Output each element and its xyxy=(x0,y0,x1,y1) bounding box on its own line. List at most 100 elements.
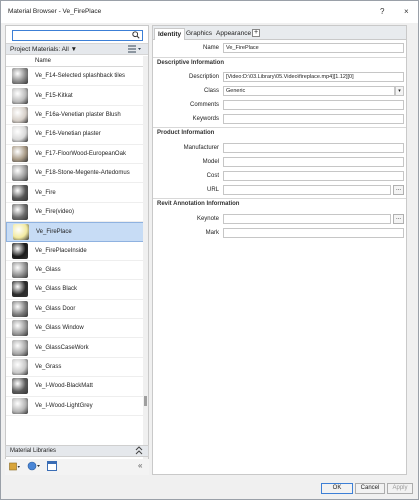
material-thumbnail xyxy=(12,165,28,182)
editor-window-icon[interactable] xyxy=(47,461,57,473)
tab-identity[interactable]: Identity xyxy=(154,28,186,40)
material-editor-panel: Identity Graphics Appearance + Name Ve_F… xyxy=(152,25,407,475)
material-thumbnail xyxy=(12,339,28,356)
add-asset-button[interactable]: + xyxy=(252,29,260,37)
list-item-label: Ve_Glass xyxy=(35,267,61,274)
list-item-label: Ve_I-Wood-BlackMatt xyxy=(35,383,93,390)
material-thumbnail xyxy=(12,242,28,259)
search-icon[interactable] xyxy=(132,31,140,41)
keywords-label: Keywords xyxy=(192,116,219,122)
name-field[interactable]: Ve_FirePlace xyxy=(223,43,404,53)
list-item[interactable]: Ve_Glass xyxy=(6,261,144,281)
material-thumbnail xyxy=(12,359,28,376)
list-item[interactable]: Ve_F14-Selected splashback tiles xyxy=(6,67,144,87)
divider xyxy=(153,198,406,199)
divider xyxy=(153,57,406,58)
url-browse-button[interactable]: ... xyxy=(393,185,404,195)
name-label: Name xyxy=(202,45,219,51)
project-materials-bar: Project Materials: All ▼ xyxy=(6,43,148,55)
material-thumbnail xyxy=(13,223,29,240)
cancel-button[interactable]: Cancel xyxy=(355,483,385,494)
keynote-field[interactable] xyxy=(223,214,391,224)
url-label: URL xyxy=(206,187,219,193)
list-item-label: Ve_FirePlaceInside xyxy=(35,247,87,254)
chevron-down-icon[interactable]: ▾ xyxy=(395,86,404,96)
list-item-label: Ve_F15-Kitkat xyxy=(35,92,73,99)
title-bar: Material Browser - Ve_FirePlace ? × xyxy=(1,1,418,23)
list-item-label: Ve_F16-Venetian plaster xyxy=(35,131,101,138)
window-title: Material Browser - Ve_FirePlace xyxy=(8,8,102,15)
tab-appearance[interactable]: Appearance xyxy=(213,28,254,40)
material-thumbnail xyxy=(12,300,28,317)
revit-annotation-header: Revit Annotation Information xyxy=(157,201,240,207)
material-thumbnail xyxy=(12,184,28,201)
bottom-toolbar: « xyxy=(5,459,149,475)
description-label: Description xyxy=(188,74,219,80)
divider xyxy=(153,127,406,128)
thumb-column-header xyxy=(12,57,28,65)
material-thumbnail xyxy=(12,126,28,143)
list-item[interactable]: Ve_FirePlaceInside xyxy=(6,242,144,261)
keynote-label: Keynote xyxy=(196,216,219,222)
material-browser-window: Material Browser - Ve_FirePlace ? × Proj… xyxy=(0,0,419,500)
project-materials-filter[interactable]: Project Materials: All ▼ xyxy=(10,46,77,53)
keynote-browse-button[interactable]: ... xyxy=(393,214,404,224)
comments-label: Comments xyxy=(189,102,219,108)
description-field[interactable]: [Video:D:\03.Library\05.Video\fireplace.… xyxy=(223,72,404,82)
material-libraries-bar[interactable]: Material Libraries xyxy=(5,445,149,457)
material-thumbnail xyxy=(12,262,28,279)
close-button[interactable]: × xyxy=(404,7,409,16)
material-thumbnail xyxy=(12,106,28,123)
list-view-icon[interactable] xyxy=(128,45,142,55)
list-item[interactable]: Ve_F15-Kitkat xyxy=(6,86,144,106)
list-item[interactable]: Ve_Glass Window xyxy=(6,319,144,339)
list-item[interactable]: Ve_F17-FloorWood-EuropeanOak xyxy=(6,145,144,164)
material-list-panel: Project Materials: All ▼ Name Ve_F14-Sel… xyxy=(5,25,149,475)
material-libraries-label: Material Libraries xyxy=(10,448,57,454)
list-item[interactable]: Ve_Fire xyxy=(6,183,144,203)
scrollbar-thumb[interactable] xyxy=(144,396,147,406)
list-item[interactable]: Ve_Fire(video) xyxy=(6,203,144,223)
collapse-panel-button[interactable]: « xyxy=(138,461,142,470)
model-field[interactable] xyxy=(223,157,404,167)
list-item[interactable]: Ve_Glass Door xyxy=(6,300,144,320)
list-item[interactable]: Ve_I-Wood-BlackMatt xyxy=(6,377,144,397)
search-input[interactable] xyxy=(12,30,143,41)
list-item[interactable]: Ve_I-Wood-LightGrey xyxy=(6,397,144,417)
list-item[interactable]: Ve_Grass xyxy=(6,358,144,378)
apply-button[interactable]: Apply xyxy=(387,483,413,494)
list-item[interactable]: Ve_F16a-Venetian plaster Blush xyxy=(6,106,144,126)
comments-field[interactable] xyxy=(223,100,404,110)
manufacturer-label: Manufacturer xyxy=(183,145,219,151)
list-item-label: Ve_F14-Selected splashback tiles xyxy=(35,73,126,80)
globe-icon[interactable] xyxy=(27,461,41,473)
list-item-label: Ve_Glass Black xyxy=(35,286,78,293)
list-item-label: Ve_Glass Door xyxy=(35,305,76,312)
model-label: Model xyxy=(202,159,219,165)
editor-tabs: Identity Graphics Appearance + xyxy=(153,26,406,40)
url-field[interactable] xyxy=(223,185,391,195)
material-list: Name Ve_F14-Selected splashback tiles Ve_… xyxy=(6,56,144,469)
manufacturer-field[interactable] xyxy=(223,143,404,153)
list-item-label: Ve_F17-FloorWood-EuropeanOak xyxy=(35,150,126,157)
material-thumbnail xyxy=(12,68,28,85)
list-item[interactable]: Ve_Glass Black xyxy=(6,280,144,300)
material-thumbnail xyxy=(12,320,28,337)
material-thumbnail xyxy=(12,378,28,395)
list-scrollbar[interactable] xyxy=(143,56,148,469)
name-column-header[interactable]: Name xyxy=(35,58,51,64)
double-chevron-up-icon[interactable] xyxy=(135,446,143,457)
cost-field[interactable] xyxy=(223,171,404,181)
tab-graphics[interactable]: Graphics xyxy=(183,28,215,40)
class-select[interactable]: Generic xyxy=(223,86,395,96)
mark-field[interactable] xyxy=(223,228,404,238)
list-item[interactable]: Ve_FirePlace xyxy=(6,222,144,242)
list-item-label: Ve_FirePlace xyxy=(36,228,72,235)
library-icon[interactable] xyxy=(9,461,21,473)
list-item[interactable]: Ve_F16-Venetian plaster xyxy=(6,125,144,145)
help-button[interactable]: ? xyxy=(380,7,384,16)
keywords-field[interactable] xyxy=(223,114,404,124)
list-item[interactable]: Ve_GlassCaseWork xyxy=(6,338,144,358)
list-item[interactable]: Ve_F18-Stone-Megente-Artedomus xyxy=(6,164,144,184)
ok-button[interactable]: OK xyxy=(321,483,353,494)
